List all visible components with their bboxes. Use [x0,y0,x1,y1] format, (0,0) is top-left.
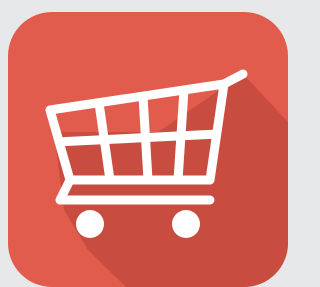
shopping-app-icon[interactable] [8,12,288,287]
cart-wheel-right [172,210,200,238]
screen [0,0,289,287]
shopping-cart-icon [45,69,288,287]
cart-wheel-left [76,210,104,238]
